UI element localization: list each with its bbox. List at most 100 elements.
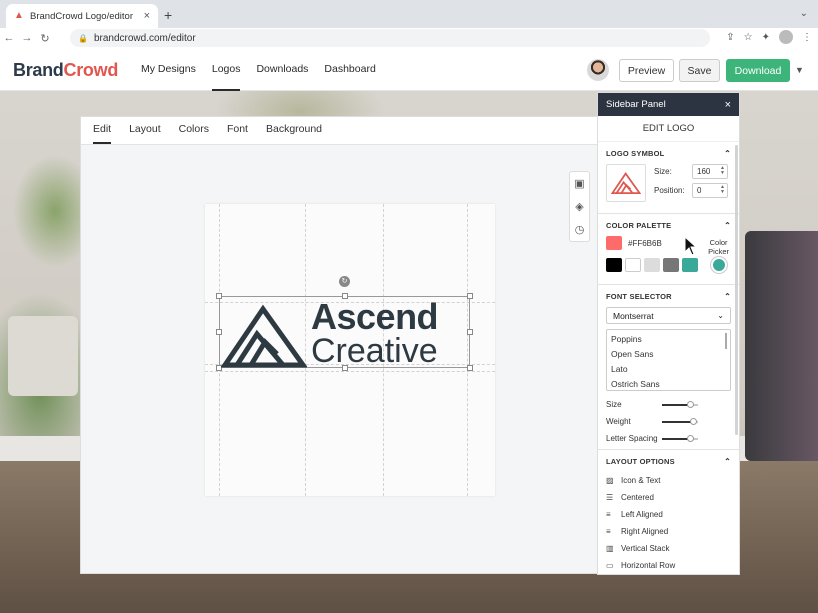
font-option[interactable]: Ostrich Sans: [611, 377, 726, 392]
layout-option-label: Icon & Text: [621, 476, 661, 485]
brand-logo[interactable]: BrandCrowd: [13, 60, 118, 81]
layout-options-heading[interactable]: LAYOUT OPTIONS ⌃: [606, 450, 731, 472]
stepper-icon[interactable]: ▲ ▼: [720, 185, 725, 195]
canvas-toolbar: ▣ ◈ ◷: [569, 171, 590, 242]
align-right-icon: ≡: [606, 527, 611, 536]
brand-part-1: Brand: [13, 60, 64, 80]
resize-handle[interactable]: [216, 293, 222, 299]
sidebar-scrollbar[interactable]: [735, 145, 738, 435]
chevron-down-icon[interactable]: ⌄: [800, 8, 808, 19]
font-option[interactable]: Open Sans: [611, 347, 726, 362]
font-size-slider[interactable]: [662, 400, 698, 408]
logo-canvas[interactable]: ↻ Ascend Creative: [205, 204, 495, 496]
position-input[interactable]: 0 ▲ ▼: [692, 183, 728, 198]
color-picker-label[interactable]: Color Picker: [708, 238, 729, 256]
layout-option-label: Vertical Stack: [621, 544, 670, 553]
tab-font[interactable]: Font: [227, 123, 248, 144]
new-tab-button[interactable]: +: [164, 7, 172, 23]
preview-button[interactable]: Preview: [619, 59, 674, 82]
url-field[interactable]: 🔒 brandcrowd.com/editor: [70, 29, 710, 47]
close-icon[interactable]: ×: [725, 99, 731, 111]
lock-icon: 🔒: [78, 33, 88, 43]
position-label: Position:: [654, 186, 685, 195]
position-value: 0: [697, 186, 702, 195]
forward-icon[interactable]: →: [18, 32, 36, 44]
layers-icon[interactable]: ◈: [575, 195, 583, 218]
tab-edit[interactable]: Edit: [93, 123, 112, 144]
resize-handle[interactable]: [467, 329, 473, 335]
nav-my-designs[interactable]: My Designs: [141, 48, 196, 91]
size-input[interactable]: 160 ▲ ▼: [692, 164, 728, 179]
close-tab-icon[interactable]: ×: [144, 10, 150, 22]
layout-option-vertical-stack[interactable]: ▥ Vertical Stack: [606, 540, 731, 557]
tab-colors[interactable]: Colors: [179, 123, 209, 144]
chevron-up-icon[interactable]: ⌃: [724, 221, 731, 230]
nav-downloads[interactable]: Downloads: [256, 48, 308, 91]
primary-color-hex[interactable]: #FF6B6B: [628, 239, 662, 248]
tab-layout[interactable]: Layout: [129, 123, 161, 144]
swatch-black[interactable]: [606, 258, 622, 272]
letter-spacing-slider[interactable]: [662, 434, 698, 442]
logo-symbol-section: LOGO SYMBOL ⌃ Size: 160 ▲ ▼ Position: 0 …: [598, 142, 739, 214]
download-dropdown-icon[interactable]: ▼: [795, 65, 804, 75]
color-picker-label-2: Picker: [708, 247, 729, 256]
back-icon[interactable]: ←: [0, 32, 18, 44]
layout-option-icon-text[interactable]: ▨ Icon & Text: [606, 472, 731, 489]
swatch-white[interactable]: [625, 258, 641, 272]
logo-symbol-controls: Size: 160 ▲ ▼ Position: 0 ▲ ▼: [654, 164, 729, 202]
font-option[interactable]: Lato: [611, 362, 726, 377]
font-list-scrollbar[interactable]: [725, 333, 727, 349]
rotate-handle-icon[interactable]: ↻: [339, 276, 350, 287]
history-icon[interactable]: ◷: [575, 218, 585, 241]
layout-option-left-aligned[interactable]: ≡ Left Aligned: [606, 506, 731, 523]
resize-handle[interactable]: [467, 293, 473, 299]
color-picker-button[interactable]: [711, 257, 727, 273]
reload-icon[interactable]: ↻: [36, 32, 54, 45]
logo-symbol-preview[interactable]: [606, 164, 646, 202]
layout-option-right-aligned[interactable]: ≡ Right Aligned: [606, 523, 731, 540]
user-avatar[interactable]: [587, 59, 609, 81]
font-weight-slider[interactable]: [662, 417, 698, 425]
download-button[interactable]: Download: [726, 59, 790, 82]
profile-icon[interactable]: [779, 30, 793, 44]
nav-logos[interactable]: Logos: [211, 48, 241, 91]
color-palette-heading-text: COLOR PALETTE: [606, 220, 672, 230]
layout-options-heading-text: LAYOUT OPTIONS: [606, 456, 675, 466]
swatch-gray[interactable]: [663, 258, 679, 272]
position-row: Position: 0 ▲ ▼: [654, 183, 729, 198]
font-option[interactable]: Poppins: [611, 332, 726, 347]
font-selector-heading[interactable]: FONT SELECTOR ⌃: [606, 285, 731, 307]
save-button[interactable]: Save: [679, 59, 720, 82]
chevron-up-icon[interactable]: ⌃: [724, 149, 731, 158]
background-plant-pot: [8, 316, 78, 396]
resize-handle[interactable]: [467, 365, 473, 371]
color-palette-heading[interactable]: COLOR PALETTE ⌃: [606, 214, 731, 236]
logo-symbol-heading[interactable]: LOGO SYMBOL ⌃: [606, 142, 731, 164]
font-size-knob[interactable]: [686, 400, 694, 408]
primary-color-swatch[interactable]: [606, 236, 622, 250]
share-icon[interactable]: ⇪: [726, 32, 734, 43]
font-weight-label: Weight: [606, 417, 631, 426]
letter-spacing-knob[interactable]: [686, 434, 694, 442]
chevron-up-icon[interactable]: ⌃: [724, 292, 731, 301]
layout-option-horizontal-row[interactable]: ▭ Horizontal Row: [606, 557, 731, 574]
menu-dots-icon[interactable]: ⋮: [802, 32, 812, 43]
extension-icon[interactable]: ✦: [762, 32, 770, 43]
font-dropdown[interactable]: Montserrat ⌄: [606, 307, 731, 324]
layout-option-label: Centered: [621, 493, 654, 502]
browser-tab[interactable]: ▲ BrandCrowd Logo/editor ×: [6, 4, 158, 28]
star-icon[interactable]: ☆: [744, 32, 753, 43]
chevron-up-icon[interactable]: ⌃: [724, 457, 731, 466]
font-list: Poppins Open Sans Lato Ostrich Sans: [606, 329, 731, 391]
swatch-teal[interactable]: [682, 258, 698, 272]
nav-dashboard[interactable]: Dashboard: [324, 48, 375, 91]
background-laptop: [745, 231, 818, 461]
mountain-symbol-icon: [611, 172, 641, 194]
layout-grid-icon[interactable]: ▣: [574, 172, 584, 195]
tab-background[interactable]: Background: [266, 123, 322, 144]
swatch-light-gray[interactable]: [644, 258, 660, 272]
layout-option-centered[interactable]: ☰ Centered: [606, 489, 731, 506]
font-weight-knob[interactable]: [690, 417, 698, 425]
favicon-icon: ▲: [14, 10, 24, 21]
stepper-icon[interactable]: ▲ ▼: [720, 166, 725, 176]
